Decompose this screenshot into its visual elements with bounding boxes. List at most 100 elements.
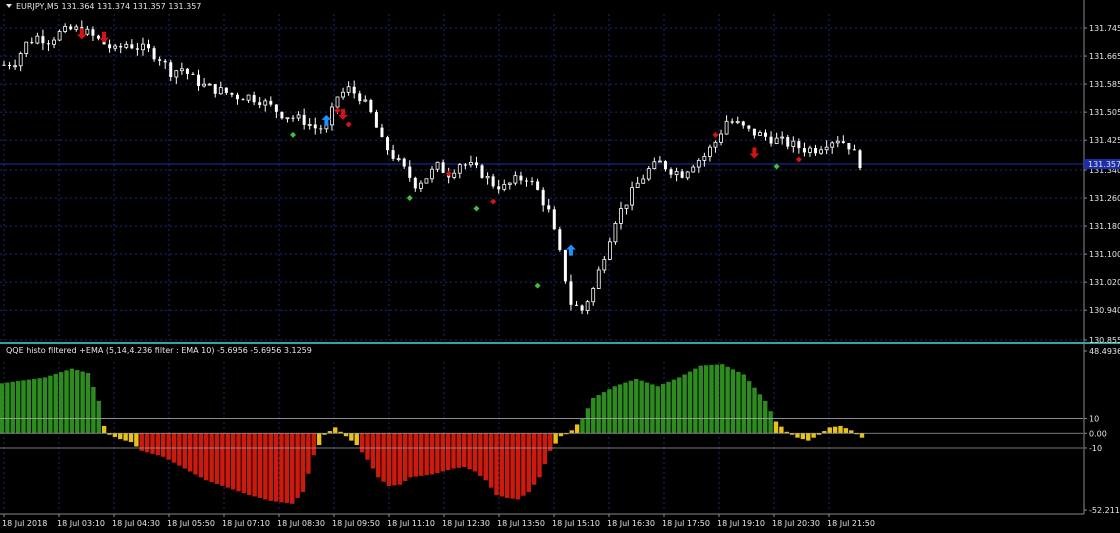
candle-bull [635,182,640,188]
histogram-bar [655,386,660,434]
candle-bull [207,83,212,86]
candle-bull [613,222,618,243]
candle-bull [335,96,340,108]
candle-bull [502,184,507,190]
histogram-bar [628,380,634,434]
histogram-bar [112,433,118,437]
candle-bull [396,158,401,161]
candle-bull [74,26,79,30]
diamond-red-icon [795,156,802,163]
histogram-bar [505,433,510,498]
candle-bull [418,182,423,189]
candle-bear [575,304,579,306]
x-tick-label: 18 Jul 05:50 [167,519,215,528]
candle-bear [730,121,734,123]
histogram-bar [279,433,284,503]
histogram-bar [214,433,220,484]
histogram-bar [795,433,800,438]
x-tick-label: 18 Jul 09:50 [332,519,380,528]
candle-bull [141,43,145,51]
histogram-bar [354,433,359,446]
histogram-bar [290,433,295,504]
candle-bull [652,161,657,170]
histogram-bar [419,433,424,476]
histogram-bar [714,364,720,434]
histogram-bar [709,364,714,434]
histogram-bar [623,382,628,434]
histogram-bar [306,433,311,474]
arrow-down-icon [76,28,87,40]
candle-bull [307,124,312,126]
candle-bear [135,48,139,50]
histogram-bar [5,382,10,434]
histogram-bar [757,394,763,434]
candle-bull [830,142,835,148]
arrow-down-icon [749,147,760,159]
indicator-panel-header: QQE histo filtered +EMA (5,14,4.236 filt… [6,346,312,355]
candle-bear [374,112,378,128]
histogram-bar [21,380,26,434]
histogram-bar [730,369,736,434]
price-panel-header: EURJPY,M5 131.364 131.374 131.357 131.35… [6,2,201,11]
histogram-bar [53,373,58,434]
diamond-green-icon [406,195,413,202]
histogram-bar [316,433,322,446]
candle-bull [57,31,62,41]
candle-bull [285,117,290,120]
y-tick-label: 131.585 [1089,80,1120,89]
x-tick-label: 18 Jul 16:30 [607,519,655,528]
x-tick-label: 18 Jul 20:30 [772,519,820,528]
histogram-bar [488,433,494,488]
collapse-triangle-icon[interactable] [6,4,12,8]
candle-bull [708,146,712,157]
current-price-tag: 131.357 [1084,159,1120,170]
histogram-bar [601,392,607,434]
candle-bull [641,178,646,184]
candle-bear [46,43,50,45]
candle-bear [230,92,234,95]
histogram-bar [435,433,440,473]
y-tick-label: 130.940 [1089,306,1120,315]
histogram-bar [161,433,166,457]
histogram-bar [677,377,682,434]
x-tick-label: 18 Jul 17:50 [662,519,710,528]
x-tick-label: 18 Jul 11:10 [387,519,435,528]
histogram-bar [413,433,419,477]
candle-bull [758,132,762,136]
arrow-down-icon [99,31,110,43]
candle-bear [252,95,256,103]
candle-bull [52,39,56,45]
candle-bear [797,141,801,149]
histogram-bar [827,427,832,434]
candle-bull [113,45,118,49]
histogram-bar [703,365,709,434]
diamond-green-icon [290,131,297,138]
histogram-bar [220,433,225,486]
candle-bull [13,65,18,68]
candle-bear [224,87,228,93]
candle-bear [552,209,556,230]
histogram-bar [849,430,854,434]
candle-bear [41,36,45,44]
histogram-bar [531,433,537,485]
histogram-bar [800,433,806,440]
candle-bull [702,155,707,161]
candle-bear [119,46,123,48]
histogram-bar [96,400,101,434]
y-axis-ticks: 131.745 131.665 131.585 131.505 131.425 131.3… [1084,24,1120,515]
histogram-bar [553,433,558,444]
candle-bull [469,162,473,166]
candle-bear [197,74,201,86]
candle-bear [497,186,501,190]
candle-bull [596,269,601,289]
histogram-bar [736,371,741,434]
candle-bear [313,124,317,129]
histogram-bar [660,384,666,434]
x-tick-label: 18 Jul 15:10 [552,519,600,528]
candle-bear [2,64,6,66]
histogram-bar [456,433,462,468]
candle-bear [569,281,573,305]
candle-bull [819,149,823,154]
candle-bull [202,83,207,87]
candle-bull [824,146,829,151]
